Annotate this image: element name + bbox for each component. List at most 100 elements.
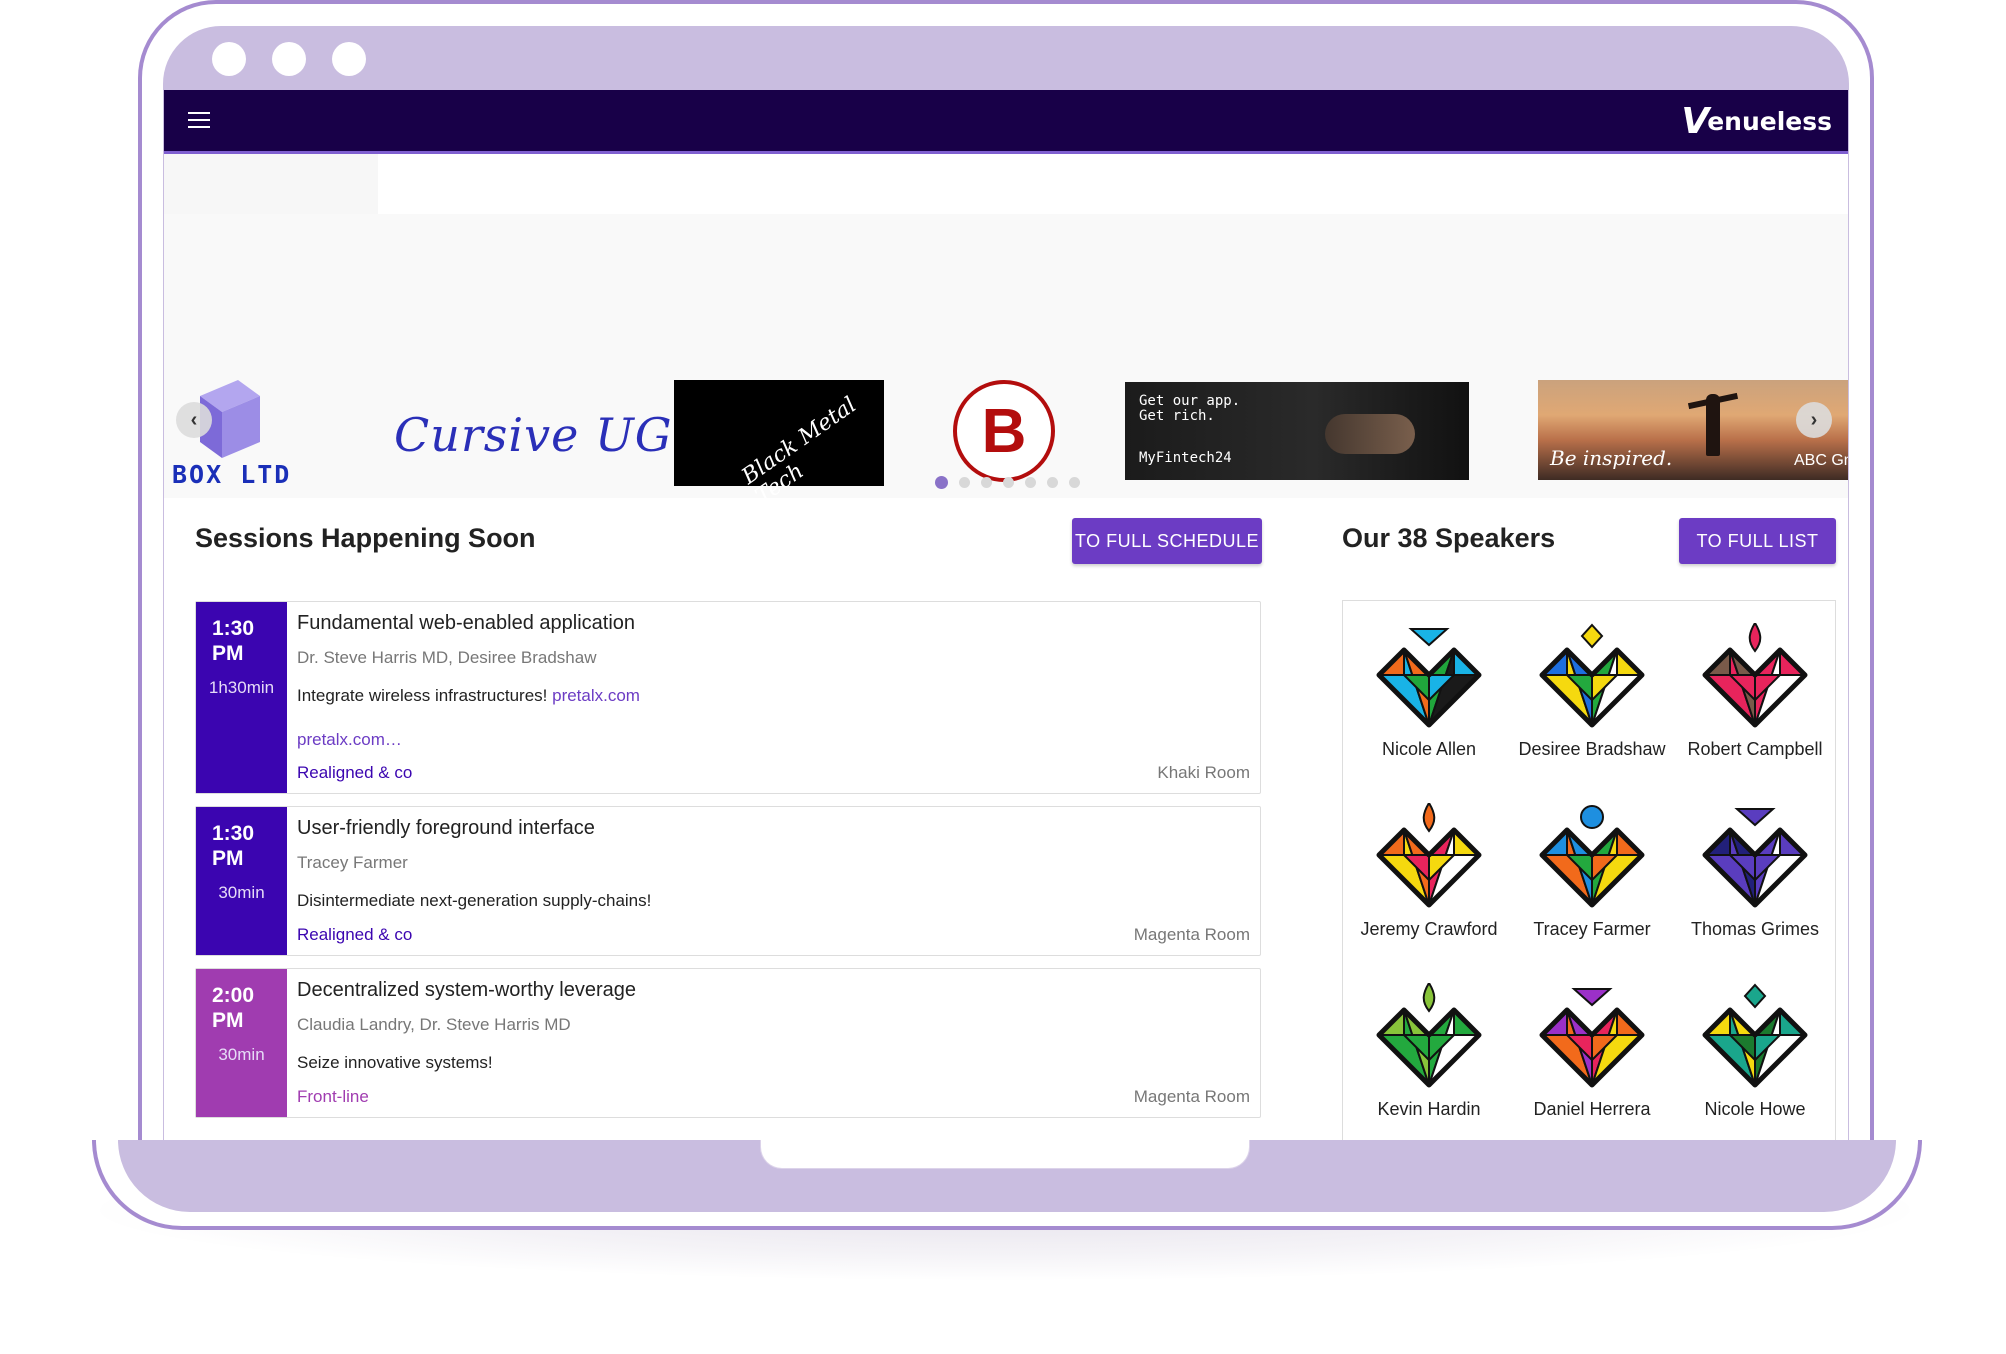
window-dot-1 [212,42,246,76]
speaker-card[interactable]: Thomas Grimes [1675,803,1835,940]
session-abstract: Seize innovative systems! [297,1053,493,1073]
session-room: Khaki Room [1157,763,1250,782]
inspired-brand: ABC Gm [1794,452,1848,469]
speaker-avatar-icon [1702,623,1808,728]
speaker-avatar-icon [1702,808,1808,908]
logo-initial: V [1681,101,1710,142]
session-speakers: Tracey Farmer [297,853,408,872]
top-bar: Venueless [164,90,1848,154]
speaker-avatar-icon [1702,983,1808,1088]
laptop-notch [760,1140,1250,1169]
sponsor-black-metal-tech[interactable]: Black Metal Tech [674,380,884,509]
chevron-left-icon: ‹ [190,408,198,431]
session-time-block: 1:30 PM 30min [196,807,287,955]
menu-icon[interactable] [188,112,210,130]
carousel-dot-7[interactable] [1069,477,1080,488]
session-body: Decentralized system-worthy leverage Clau… [297,969,1250,1117]
speaker-avatar-icon [1376,803,1482,908]
carousel-dot-1[interactable] [935,476,948,489]
hand-phone-image [1325,414,1415,454]
session-abstract: Integrate wireless infrastructures! pret… [297,686,640,706]
speaker-avatar-icon [1539,805,1645,908]
session-title: User-friendly foreground interface [297,817,595,839]
session-time-block: 1:30 PM 1h30min [196,602,287,793]
session-abstract-text: Integrate wireless infrastructures! [297,686,553,705]
full-schedule-button[interactable]: TO FULL SCHEDULE [1072,518,1262,564]
sponsor-b-logo[interactable]: B [953,380,1055,482]
session-time: 2:00 PM [212,984,255,1032]
session-time: 1:30 PM [212,617,255,665]
speaker-name: Desiree Bradshaw [1518,739,1666,759]
speaker-name: Robert Campbell [1687,739,1823,759]
speaker-card[interactable]: Kevin Hardin [1349,983,1509,1120]
session-track: Front-line [297,1087,369,1106]
speaker-grid: Nicole Allen Desiree Bradshaw Robert Campb… [1342,600,1836,1140]
carousel-dot-3[interactable] [981,477,992,488]
avatar-top-ornament [1422,803,1436,833]
carousel-pager [935,476,1080,491]
session-time: 1:30 PM [212,822,255,870]
stage-area [164,214,1848,364]
carousel-dot-4[interactable] [1003,477,1014,488]
sponsor-cursive-ug[interactable]: Cursive UG [394,408,672,462]
fintech-name: MyFintech24 [1139,450,1232,466]
speaker-card[interactable]: Jeremy Crawford [1349,803,1509,940]
inspired-tagline: Be inspired. [1550,446,1673,470]
carousel-prev-button[interactable]: ‹ [176,402,212,438]
person-silhouette [1706,394,1720,456]
speakers-title: Our 38 Speakers [1342,523,1556,553]
speaker-name: Kevin Hardin [1377,1099,1481,1119]
speaker-card[interactable]: Tracey Farmer [1512,803,1672,940]
carousel-dot-5[interactable] [1025,477,1036,488]
session-card[interactable]: 1:30 PM 30min User-friendly foreground int… [195,806,1261,956]
sponsor-myfintech24[interactable]: Get our app. Get rich. MyFintech24 [1125,382,1469,480]
avatar-top-ornament [1580,623,1604,649]
speaker-name: Jeremy Crawford [1360,919,1498,939]
stage-sidebar [164,154,378,214]
avatar-top-ornament [1408,628,1450,647]
sessions-title: Sessions Happening Soon [195,523,536,553]
speaker-card[interactable]: Robert Campbell [1675,623,1835,760]
chevron-right-icon: › [1810,408,1818,431]
session-body: Fundamental web-enabled application Dr. S… [297,602,1250,793]
sponsor-box-ltd-label: BOX LTD [172,460,292,489]
carousel-dot-2[interactable] [959,477,970,488]
session-more-link[interactable]: pretalx.com… [297,730,402,750]
speaker-card[interactable]: Nicole Allen [1349,623,1509,760]
session-card[interactable]: 2:00 PM 30min Decentralized system-worthy … [195,968,1261,1118]
session-speakers: Claudia Landry, Dr. Steve Harris MD [297,1015,571,1034]
speaker-avatar-icon [1539,988,1645,1088]
speaker-avatar-icon [1376,628,1482,728]
fintech-tagline: Get our app. Get rich. [1139,393,1241,424]
session-abstract-text: Disintermediate next-generation supply-c… [297,891,652,910]
session-room: Magenta Room [1133,1087,1250,1106]
session-time-block: 2:00 PM 30min [196,969,287,1117]
session-abstract-text: Seize innovative systems! [297,1053,493,1072]
venueless-logo[interactable]: Venueless [1681,102,1832,142]
stage-header [378,154,1848,214]
session-track: Realigned & co [297,925,413,944]
app-screen: Venueless BOX LTD Cursive UG Black Metal… [164,90,1848,1140]
session-abstract-link[interactable]: pretalx.com [552,686,640,705]
full-list-button[interactable]: TO FULL LIST [1679,518,1836,564]
carousel-dot-6[interactable] [1047,477,1058,488]
window-dot-2 [272,42,306,76]
speaker-card[interactable]: Nicole Howe [1675,983,1835,1120]
speaker-card[interactable]: Desiree Bradshaw [1512,623,1672,760]
speaker-name: Daniel Herrera [1533,1099,1651,1119]
speaker-avatar-icon [1376,983,1482,1088]
speaker-avatar-icon [1539,623,1645,728]
speaker-name: Nicole Allen [1381,739,1477,759]
session-card[interactable]: 1:30 PM 1h30min Fundamental web-enabled ap… [195,601,1261,794]
session-room: Magenta Room [1133,925,1250,944]
session-duration: 30min [218,1045,265,1064]
session-duration: 30min [218,883,265,902]
session-title: Decentralized system-worthy leverage [297,979,637,1001]
carousel-next-button[interactable]: › [1796,402,1832,438]
speaker-name: Nicole Howe [1704,1099,1806,1119]
session-speakers: Dr. Steve Harris MD, Desiree Bradshaw [297,648,597,667]
avatar-top-ornament [1748,623,1762,653]
speaker-card[interactable]: Daniel Herrera [1512,983,1672,1120]
speaker-name: Tracey Farmer [1533,919,1651,939]
window-dot-3 [332,42,366,76]
